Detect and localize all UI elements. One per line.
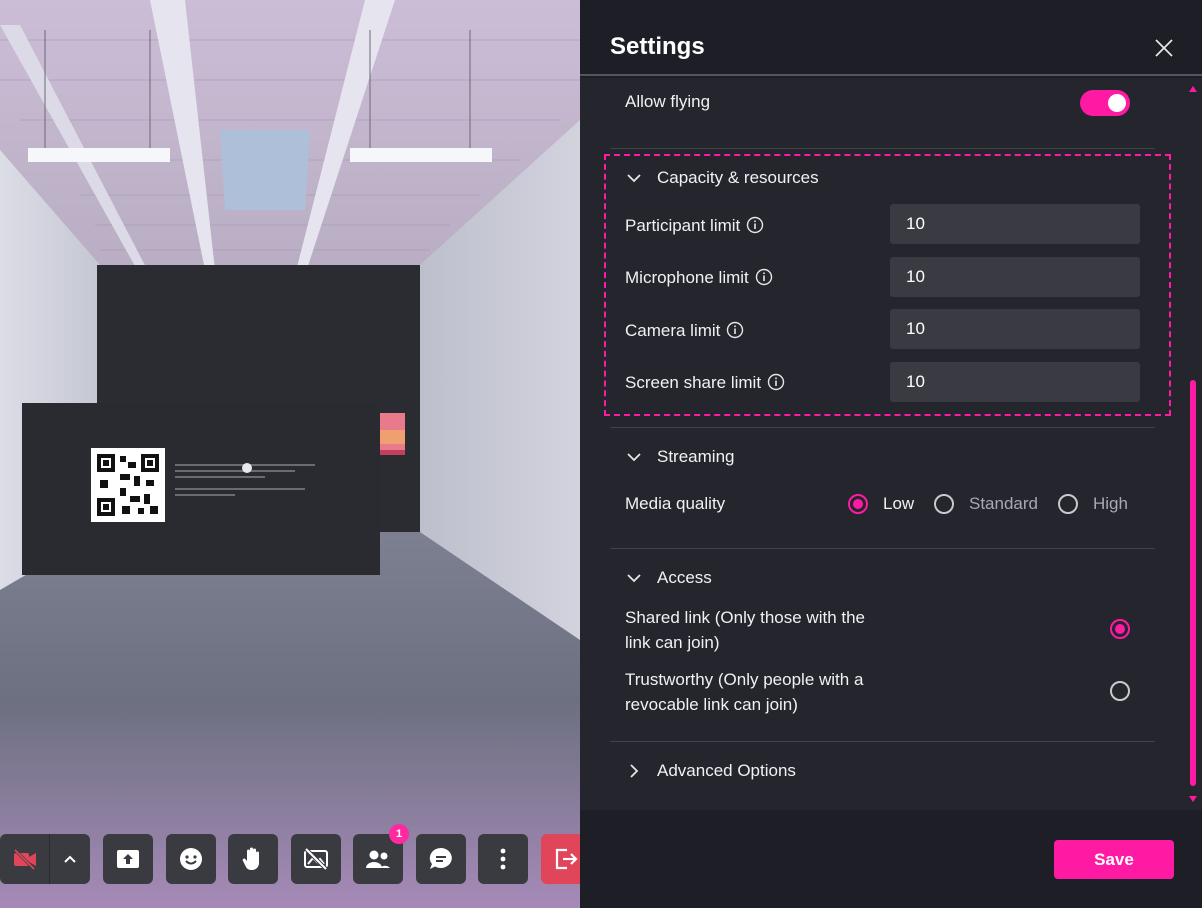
participant-limit-input[interactable] (890, 204, 1140, 244)
streaming-section-title: Streaming (657, 447, 735, 466)
settings-title: Settings (610, 33, 705, 60)
media-quality-standard-label[interactable]: Standard (969, 494, 1038, 514)
participant-limit-label: Participant limit (625, 216, 764, 236)
divider (610, 148, 1155, 149)
divider (610, 741, 1155, 742)
access-section-header[interactable]: Access (625, 568, 712, 588)
exit-icon (555, 848, 578, 870)
scroll-thumb[interactable] (1190, 380, 1196, 786)
capacity-section-header[interactable]: Capacity & resources (625, 168, 819, 188)
scroll-down-arrow-icon[interactable] (1189, 796, 1197, 802)
access-shared-link-label: Shared link (Only those with the link ca… (625, 608, 866, 652)
divider (610, 427, 1155, 428)
media-quality-label: Media quality (625, 494, 726, 513)
settings-panel: Settings Allow flying Capacity & resourc… (580, 0, 1202, 908)
chat-icon (429, 847, 452, 869)
hand-icon (242, 847, 259, 870)
info-icon[interactable] (755, 268, 773, 286)
save-button[interactable]: Save (1054, 840, 1174, 879)
access-shared-link-radio[interactable] (1110, 619, 1130, 639)
camera-control-group (0, 834, 90, 884)
chevron-down-icon (625, 448, 643, 466)
info-icon[interactable] (726, 321, 744, 339)
media-quality-high-radio[interactable] (1058, 494, 1078, 514)
microphone-limit-input[interactable] (890, 257, 1140, 297)
camera-limit-input[interactable] (890, 309, 1140, 349)
close-icon (1155, 39, 1173, 57)
people-button[interactable]: 1 (353, 824, 409, 884)
camera-off-icon (13, 848, 36, 870)
settings-scrollbar[interactable] (1188, 84, 1198, 806)
room-render (0, 0, 580, 908)
settings-scroll-area[interactable]: Allow flying Capacity & resources Partic… (580, 78, 1202, 810)
chevron-right-icon (625, 762, 643, 780)
toggle-knob (1108, 94, 1126, 112)
media-quality-low-label[interactable]: Low (883, 494, 914, 514)
access-trustworthy-radio[interactable] (1110, 681, 1130, 701)
media-quality-low-radio[interactable] (848, 494, 868, 514)
share-screen-button[interactable] (103, 834, 153, 884)
divider (610, 548, 1155, 549)
camera-limit-text: Camera limit (625, 321, 721, 340)
close-button[interactable] (1152, 36, 1176, 60)
camera-options-button[interactable] (50, 834, 90, 884)
participant-limit-text: Participant limit (625, 216, 741, 235)
smiley-icon (180, 848, 202, 870)
info-icon[interactable] (767, 373, 785, 391)
screen-share-limit-text: Screen share limit (625, 373, 762, 392)
media-quality-standard-radio[interactable] (934, 494, 954, 514)
camera-limit-label: Camera limit (625, 321, 744, 341)
chevron-up-icon (64, 855, 76, 863)
chevron-down-icon (625, 169, 643, 187)
allow-flying-toggle[interactable] (1080, 90, 1130, 116)
image-off-button[interactable] (291, 834, 341, 884)
settings-footer: Save (580, 810, 1202, 908)
camera-toggle-button[interactable] (0, 834, 50, 884)
advanced-options-header[interactable]: Advanced Options (625, 761, 796, 781)
virtual-room-viewport[interactable]: 1 (0, 0, 580, 908)
chat-button[interactable] (416, 834, 466, 884)
raise-hand-button[interactable] (228, 834, 278, 884)
access-trustworthy-label: Trustworthy (Only people with a revocabl… (625, 670, 864, 714)
reactions-button[interactable] (166, 834, 216, 884)
settings-header: Settings (580, 0, 1202, 76)
microphone-limit-text: Microphone limit (625, 268, 749, 287)
info-icon[interactable] (746, 216, 764, 234)
screen-share-limit-input[interactable] (890, 362, 1140, 402)
room-toolbar: 1 (0, 824, 580, 884)
screen-share-limit-label: Screen share limit (625, 373, 785, 393)
participant-count-badge: 1 (389, 824, 409, 844)
more-vertical-icon (500, 848, 506, 870)
more-options-button[interactable] (478, 834, 528, 884)
chevron-down-icon (625, 569, 643, 587)
image-off-icon (304, 848, 328, 870)
allow-flying-label: Allow flying (625, 92, 711, 111)
access-section-title: Access (657, 568, 712, 587)
capacity-section-title: Capacity & resources (657, 168, 819, 187)
share-screen-icon (117, 850, 139, 868)
advanced-options-title: Advanced Options (657, 761, 796, 780)
streaming-section-header[interactable]: Streaming (625, 447, 734, 467)
microphone-limit-label: Microphone limit (625, 268, 773, 288)
media-quality-high-label[interactable]: High (1093, 494, 1128, 514)
leave-room-button[interactable] (541, 834, 580, 884)
people-icon (366, 850, 390, 868)
scroll-up-arrow-icon[interactable] (1189, 86, 1197, 92)
